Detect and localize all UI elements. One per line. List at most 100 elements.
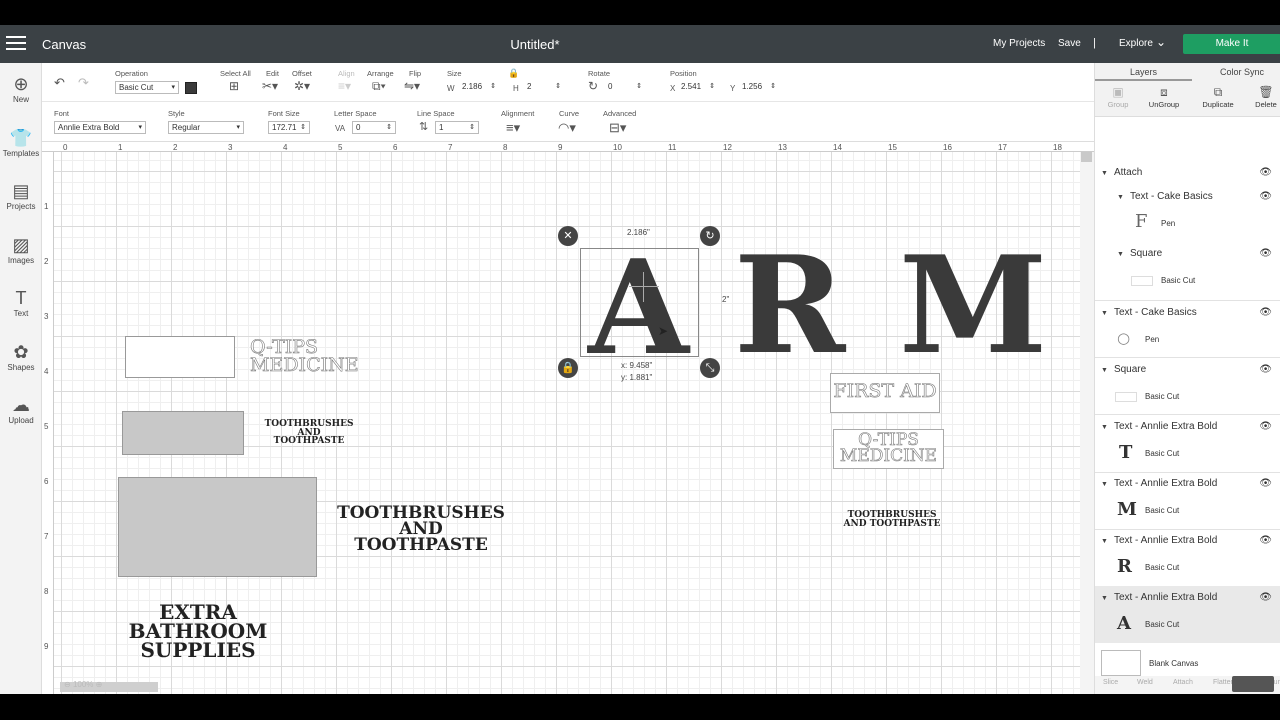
blank-canvas-swatch[interactable] xyxy=(1101,650,1141,676)
collapse-arrow-icon[interactable]: ▼ xyxy=(1101,424,1108,431)
color-swatch[interactable] xyxy=(185,82,197,94)
weld-button[interactable]: Weld xyxy=(1137,679,1153,686)
rail-shapes[interactable]: ✿ Shapes xyxy=(0,341,42,372)
delete-button[interactable]: 🗑 Delete xyxy=(1243,84,1280,109)
eye-icon[interactable]: 👁 xyxy=(1259,421,1272,432)
letter-r[interactable]: R xyxy=(734,238,845,372)
scroll-thumb[interactable] xyxy=(1081,152,1092,162)
offset-icon[interactable]: ✲▾ xyxy=(294,79,310,93)
slice-button[interactable]: Slice xyxy=(1103,679,1118,686)
first-aid-text[interactable]: FIRST AID xyxy=(830,381,940,401)
ungroup-button[interactable]: ⧈ UnGroup xyxy=(1141,84,1187,109)
y-position-input[interactable]: 1.256 ⇕ xyxy=(739,81,779,94)
qtips-medicine-text[interactable]: Q-TIPS MEDICINE xyxy=(250,337,359,375)
delete-handle-close-icon[interactable]: ✕ xyxy=(558,226,578,246)
duplicate-button[interactable]: ⧉ Duplicate xyxy=(1195,84,1241,109)
align-icon[interactable]: ≡▾ xyxy=(338,79,351,93)
rail-templates[interactable]: 👕 Templates xyxy=(0,127,42,158)
save-button[interactable]: Save xyxy=(1058,38,1081,49)
eye-icon[interactable]: 👁 xyxy=(1259,167,1272,178)
ruler-v-tick: 1 xyxy=(44,202,49,211)
eye-icon[interactable]: 👁 xyxy=(1259,248,1272,259)
toothbrushes-right-text[interactable]: TOOTHBRUSHES AND TOOTHPASTE xyxy=(833,511,951,528)
advanced-icon[interactable]: ⊟▾ xyxy=(609,120,626,136)
tab-color-sync[interactable]: Color Sync xyxy=(1220,67,1264,77)
text-align-icon[interactable]: ≡▾ xyxy=(506,120,520,136)
toothbrushes-small-text[interactable]: TOOTHBRUSHES AND TOOTHPASTE xyxy=(261,420,357,446)
font-label: Font xyxy=(54,109,70,118)
x-position-input[interactable]: 2.541 ⇕ xyxy=(678,81,718,94)
zoom-control[interactable]: ⊖ 100% ⊕ xyxy=(64,680,102,689)
square-shape[interactable] xyxy=(125,336,235,378)
toothbrushes-large-text[interactable]: TOOTHBRUSHES AND TOOTHPASTE xyxy=(326,504,516,553)
selection-box[interactable] xyxy=(580,248,699,357)
operation-select[interactable]: Basic Cut ▾ xyxy=(115,81,179,94)
make-it-button[interactable]: Make It xyxy=(1183,34,1280,54)
select-all-icon[interactable]: ⊞ xyxy=(229,79,239,93)
layer-attach[interactable]: ▼ Attach xyxy=(1101,167,1142,178)
letter-space-input[interactable]: 0 ⇕ xyxy=(352,121,396,134)
eye-icon[interactable]: 👁 xyxy=(1259,478,1272,489)
layer-text-annlie-t[interactable]: ▼ Text - Annlie Extra Bold xyxy=(1101,421,1217,432)
chevron-down-icon[interactable]: ⌄ xyxy=(1156,35,1166,49)
gray-square-shape[interactable] xyxy=(122,411,244,455)
layer-square[interactable]: ▼ Square xyxy=(1101,364,1146,375)
eye-icon[interactable]: 👁 xyxy=(1259,592,1272,603)
collapse-arrow-icon[interactable]: ▼ xyxy=(1117,194,1124,201)
layer-text-annlie-a[interactable]: ▼ Text - Annlie Extra Bold xyxy=(1101,592,1217,603)
extra-bathroom-supplies-text[interactable]: EXTRA BATHROOM SUPPLIES xyxy=(118,602,278,660)
vertical-scrollbar[interactable] xyxy=(1080,152,1094,694)
eye-icon[interactable]: 👁 xyxy=(1259,535,1272,546)
overlay-control-button[interactable] xyxy=(1232,676,1274,692)
layer-text-cake-basics[interactable]: ▼ Text - Cake Basics xyxy=(1101,307,1197,318)
eye-icon[interactable]: 👁 xyxy=(1259,191,1272,202)
font-select[interactable]: Annlie Extra Bold ▾ xyxy=(54,121,146,134)
style-select[interactable]: Regular ▾ xyxy=(168,121,244,134)
zoom-out-icon[interactable]: ⊖ xyxy=(64,680,71,689)
layer-text-annlie-m[interactable]: ▼ Text - Annlie Extra Bold xyxy=(1101,478,1217,489)
redo-icon[interactable]: ↷ xyxy=(78,75,89,91)
line-space-input[interactable]: 1 ⇕ xyxy=(435,121,479,134)
rail-text[interactable]: T Text xyxy=(0,287,42,318)
group-button[interactable]: ▣ Group xyxy=(1095,84,1141,109)
font-size-input[interactable]: 172.71 ⇕ xyxy=(268,121,310,134)
collapse-arrow-icon[interactable]: ▼ xyxy=(1101,538,1108,545)
flip-icon[interactable]: ⇋▾ xyxy=(404,79,420,93)
large-gray-square-shape[interactable] xyxy=(118,477,317,577)
rail-upload[interactable]: ☁ Upload xyxy=(0,394,42,425)
tab-layers[interactable]: Layers xyxy=(1130,67,1157,77)
rotate-handle-icon[interactable]: ↻ xyxy=(700,226,720,246)
collapse-arrow-icon[interactable]: ▼ xyxy=(1101,310,1108,317)
design-canvas[interactable]: Q-TIPS MEDICINE TOOTHBRUSHES AND TOOTHPAST… xyxy=(54,152,1080,694)
qtips-right-text[interactable]: Q-TIPS MEDICINE xyxy=(833,431,944,465)
width-input[interactable]: 2.186 ⇕ xyxy=(459,81,499,94)
layer-text-annlie-r[interactable]: ▼ Text - Annlie Extra Bold xyxy=(1101,535,1217,546)
eye-icon[interactable]: 👁 xyxy=(1259,364,1272,375)
zoom-in-icon[interactable]: ⊕ xyxy=(96,680,103,689)
collapse-arrow-icon[interactable]: ▼ xyxy=(1117,251,1124,258)
rail-images[interactable]: ▨ Images xyxy=(0,234,42,265)
resize-handle-icon[interactable]: ⤡ xyxy=(700,358,720,378)
collapse-arrow-icon[interactable]: ▼ xyxy=(1101,170,1108,177)
eye-icon[interactable]: 👁 xyxy=(1259,307,1272,318)
rail-new[interactable]: ⊕ New xyxy=(0,73,42,104)
collapse-arrow-icon[interactable]: ▼ xyxy=(1101,595,1108,602)
curve-icon[interactable]: ◠▾ xyxy=(558,120,576,136)
letter-m[interactable]: M xyxy=(899,238,1047,372)
lock-handle-icon[interactable]: 🔒 xyxy=(558,358,578,378)
attach-button[interactable]: Attach xyxy=(1173,679,1193,686)
layer-text-cake-basics-child[interactable]: ▼ Text - Cake Basics xyxy=(1117,191,1213,202)
arrange-icon[interactable]: ⧉▾ xyxy=(372,79,386,94)
lock-icon[interactable]: 🔒 xyxy=(508,68,519,79)
rotate-icon[interactable]: ↻ xyxy=(588,79,598,93)
undo-icon[interactable]: ↶ xyxy=(54,75,65,91)
scissors-icon[interactable]: ✂▾ xyxy=(262,79,278,93)
rotate-input[interactable]: 0 ⇕ xyxy=(605,81,645,94)
rail-projects[interactable]: ▤ Projects xyxy=(0,180,42,211)
collapse-arrow-icon[interactable]: ▼ xyxy=(1101,367,1108,374)
collapse-arrow-icon[interactable]: ▼ xyxy=(1101,481,1108,488)
height-input[interactable]: 2 ⇕ xyxy=(524,81,564,94)
layer-square-child[interactable]: ▼ Square xyxy=(1117,248,1162,259)
explore-menu[interactable]: Explore xyxy=(1119,38,1153,49)
my-projects-link[interactable]: My Projects xyxy=(993,38,1045,49)
